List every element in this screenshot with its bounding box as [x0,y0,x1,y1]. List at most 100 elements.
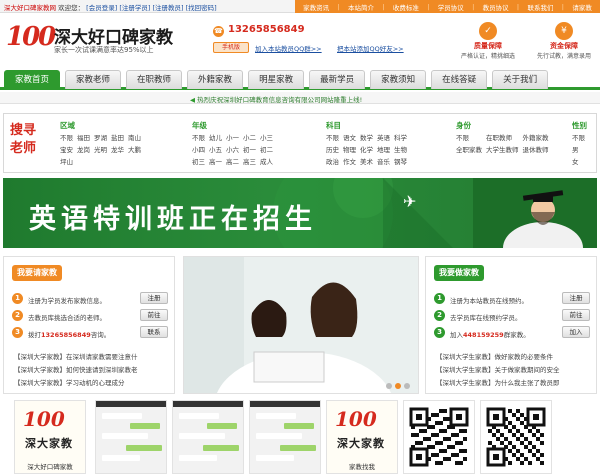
filter-option[interactable]: 数学 [360,132,373,142]
news-item[interactable]: 【深圳大学家教】学习动机的心理成分 [14,377,125,387]
contact-button[interactable]: 联系 [140,326,168,338]
filter-option[interactable]: 钢琴 [394,156,407,166]
thumbnail-chat[interactable] [95,400,167,474]
thumbnail-logo[interactable]: 100 深大家教 深大好口碑家教 [14,400,86,474]
thumbnail-chat[interactable] [249,400,321,474]
thumbnail-qr[interactable] [403,400,475,474]
filter-option[interactable]: 不限 [326,132,339,142]
filter-option[interactable]: 不限 [192,132,205,142]
top-menu-about[interactable]: 本站简介 [348,2,374,12]
filter-option[interactable]: 音乐 [377,156,390,166]
filter-option[interactable]: 外籍家教 [523,132,549,142]
news-item[interactable]: 【深圳大学家教】如何快速请到深圳家教老 [14,364,138,374]
top-menu-news[interactable]: 家教资讯 [303,2,329,12]
tab-home[interactable]: 家教首页 [4,70,61,89]
forgot-password-link[interactable]: [找回密码] [186,4,217,12]
slideshow[interactable] [183,256,419,394]
filter-option[interactable]: 化学 [360,144,373,154]
tab-tutor-notice[interactable]: 家教须知 [370,70,427,89]
filter-option[interactable]: 小四 [192,144,205,154]
slide-dot[interactable] [404,383,410,389]
filter-option[interactable]: 宝安 [60,144,73,154]
filter-option[interactable]: 南山 [128,132,141,142]
mobile-version-button[interactable]: 手机版 [213,42,249,53]
filter-option[interactable]: 初一 [243,144,256,154]
filter-option[interactable]: 退休教师 [523,144,549,154]
filter-option[interactable]: 初二 [260,144,273,154]
qq-friend-link[interactable]: 把本站添加QQ好友>> [337,43,404,53]
filter-option[interactable]: 罗湖 [94,132,107,142]
tab-inservice-teachers[interactable]: 在职教师 [126,70,183,89]
filter-option[interactable]: 不限 [572,132,587,142]
site-logo[interactable]: 100 深大好口碑家教 家长一次试课满意率达95%以上 [6,20,196,60]
tab-new-students[interactable]: 最新学员 [309,70,366,89]
filter-option[interactable]: 小六 [226,144,239,154]
announcement-text[interactable]: 热烈庆祝深圳好口碑教育信息咨询有限公司网站隆重上线! [197,96,362,104]
tab-online-qa[interactable]: 在线答疑 [431,70,488,89]
register-button[interactable]: 注册 [562,292,590,304]
top-menu-fees[interactable]: 收费标准 [393,2,419,12]
tab-star-tutors[interactable]: 明星家教 [248,70,305,89]
filter-option[interactable]: 高一 [209,156,222,166]
filter-option[interactable]: 美术 [360,156,373,166]
register-student-link[interactable]: [注册学员] [119,4,150,12]
filter-option[interactable]: 科学 [394,132,407,142]
slide-dot[interactable] [395,383,401,389]
join-button[interactable]: 加入 [562,326,590,338]
news-item[interactable]: 【深圳大学生家教】关于做家教期间的安全 [436,364,560,374]
filter-option[interactable]: 全职家教 [456,144,482,154]
filter-option[interactable]: 物理 [343,144,356,154]
top-menu-teacher-agreement[interactable]: 教员协议 [483,2,509,12]
login-link[interactable]: [会员登录] [86,4,117,12]
filter-option[interactable]: 不限 [60,132,73,142]
top-menu-contact[interactable]: 联系我们 [527,2,553,12]
filter-option[interactable]: 政治 [326,156,339,166]
thumbnail-logo[interactable]: 100 深大家教 家教找我 [326,400,398,474]
go-button[interactable]: 前往 [562,309,590,321]
filter-option[interactable]: 高三 [243,156,256,166]
top-menu-student-agreement[interactable]: 学员协议 [438,2,464,12]
filter-option[interactable]: 英语 [377,132,390,142]
filter-option[interactable]: 历史 [326,144,339,154]
filter-option[interactable]: 语文 [343,132,356,142]
filter-option[interactable]: 小二 [243,132,256,142]
filter-option[interactable]: 小一 [226,132,239,142]
tab-foreign-tutors[interactable]: 外籍家教 [187,70,244,89]
promo-banner[interactable]: 英语特训班正在招生 ✈ [3,178,597,248]
filter-option[interactable]: 大鹏 [128,144,141,154]
go-button[interactable]: 前往 [140,309,168,321]
top-menu-hire-tutor[interactable]: 请家教 [572,2,592,12]
filter-option[interactable]: 福田 [77,132,90,142]
news-item[interactable]: 【深圳大学生家教】做好家教的必要条件 [436,351,553,361]
filter-option[interactable]: 龙岗 [77,144,90,154]
filter-option[interactable]: 小五 [209,144,222,154]
filter-option[interactable]: 男 [572,144,587,154]
filter-option[interactable]: 成人 [260,156,273,166]
filter-option[interactable]: 初三 [192,156,205,166]
news-item[interactable]: 【深圳大学家教】在深圳请家教需要注意什 [14,351,138,361]
news-item[interactable]: 【深圳大学生家教】为什么我主张了教员即 [436,377,560,387]
slide-dot[interactable] [386,383,392,389]
filter-option[interactable]: 地理 [377,144,390,154]
register-button[interactable]: 注册 [140,292,168,304]
filter-option[interactable]: 不限 [456,132,482,142]
filter-option[interactable]: 盐田 [111,132,124,142]
register-teacher-link[interactable]: [注册教员] [152,4,183,12]
filter-option[interactable]: 作文 [343,156,356,166]
thumbnail-qr[interactable] [480,400,552,474]
tab-tutors[interactable]: 家教老师 [65,70,122,89]
filter-option[interactable]: 在职教师 [486,132,519,142]
filter-option[interactable]: 坪山 [60,156,73,166]
filter-option[interactable]: 高二 [226,156,239,166]
filter-option[interactable]: 幼儿 [209,132,222,142]
filter-option[interactable]: 光明 [94,144,107,154]
thumbnail-chat[interactable] [172,400,244,474]
tab-about-us[interactable]: 关于我们 [492,70,549,89]
filter-option[interactable]: 小三 [260,132,273,142]
filter-option[interactable]: 大学生教师 [486,144,519,154]
qq-group-link[interactable]: 加入本站教员QQ群>> [255,43,322,53]
site-name[interactable]: 深大好口碑家教网 [4,4,56,12]
filter-option[interactable]: 龙华 [111,144,124,154]
filter-option[interactable]: 生物 [394,144,407,154]
filter-option[interactable]: 女 [572,156,587,166]
